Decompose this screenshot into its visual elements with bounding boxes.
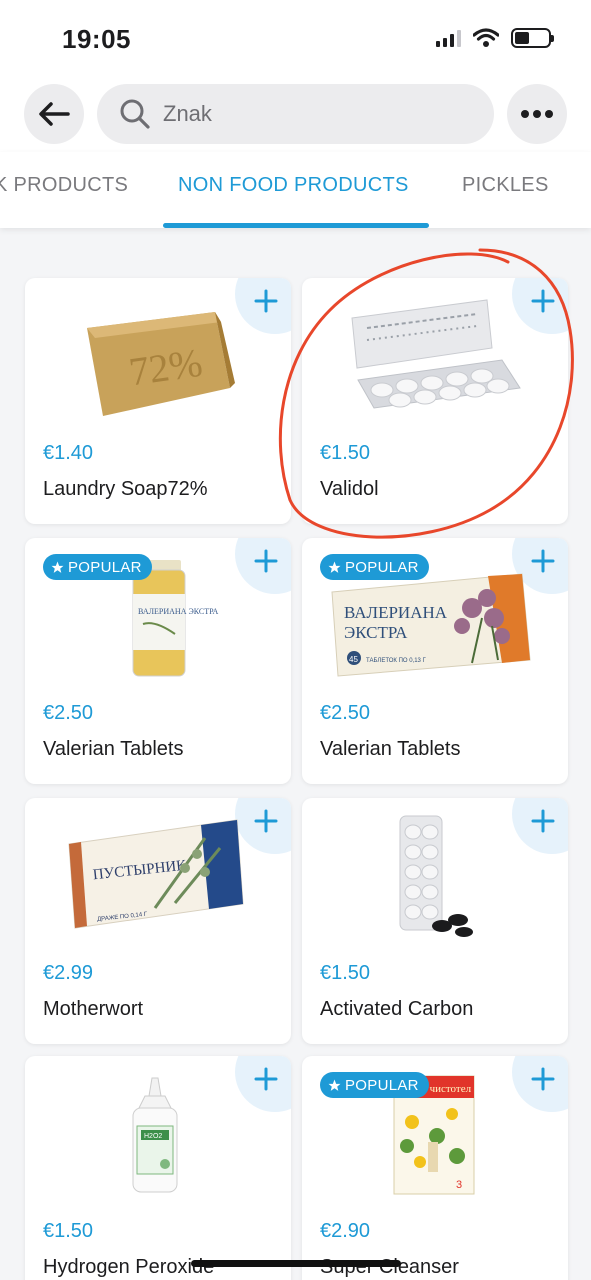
- home-indicator: [191, 1260, 401, 1267]
- product-price: €1.50: [320, 442, 371, 464]
- back-button[interactable]: [24, 84, 84, 144]
- product-card[interactable]: POPULAR Супер чистотел 3 €2.90 Super Cle…: [302, 1056, 568, 1280]
- product-image-peroxide-bottle: H2O2: [132, 1077, 178, 1193]
- product-image-soap: 72%: [87, 312, 235, 416]
- product-price: €2.90: [320, 1220, 371, 1242]
- product-card[interactable]: ПУСТЫРНИК ДРАЖЕ ПО 0,14 Г €2.99 Motherwo…: [25, 798, 291, 1044]
- svg-text:H2O2: H2O2: [144, 1133, 162, 1140]
- popular-badge: POPULAR: [43, 554, 152, 580]
- product-card[interactable]: €1.50 Validol: [302, 278, 568, 524]
- status-icons: [436, 28, 554, 48]
- cellular-signal-icon: [436, 29, 461, 47]
- wifi-icon: [473, 28, 499, 47]
- arrow-left-icon: [39, 102, 70, 126]
- product-name: Motherwort: [43, 998, 144, 1020]
- status-time: 19:05: [62, 24, 131, 54]
- battery-icon: [511, 28, 554, 48]
- product-price: €2.99: [43, 962, 94, 984]
- svg-text:45: 45: [349, 655, 358, 664]
- product-name: Validol: [320, 478, 379, 500]
- search-input[interactable]: Znak: [97, 84, 494, 144]
- popular-badge: POPULAR: [320, 1072, 429, 1098]
- search-input-value: Znak: [163, 101, 212, 126]
- svg-text:3: 3: [456, 1179, 462, 1191]
- tab-non-food-products[interactable]: NON FOOD PRODUCTS: [178, 174, 409, 197]
- top-bar: Znak: [0, 78, 591, 152]
- product-card[interactable]: 72% €1.40 Laundry Soap72%: [25, 278, 291, 524]
- svg-text:ЭКСТРА: ЭКСТРА: [344, 623, 408, 642]
- status-bar: 19:05: [0, 0, 591, 78]
- product-card[interactable]: POPULAR ВАЛЕРИАНА ЭКСТРА 45 ТАБЛЕТОК ПО …: [302, 538, 568, 784]
- svg-text:ТАБЛЕТОК ПО 0,13 Г: ТАБЛЕТОК ПО 0,13 Г: [366, 658, 427, 664]
- search-icon: [120, 99, 150, 129]
- star-icon: [328, 561, 341, 573]
- svg-text:ВАЛЕРИАНА ЭКСТРА: ВАЛЕРИАНА ЭКСТРА: [138, 607, 219, 616]
- product-name: Activated Carbon: [320, 998, 474, 1020]
- product-card[interactable]: POPULAR ВАЛЕРИАНА ЭКСТРА €2.50 Valerian …: [25, 538, 291, 784]
- product-image-motherwort-box: ПУСТЫРНИК ДРАЖЕ ПО 0,14 Г: [68, 819, 244, 929]
- more-dots-icon: [521, 110, 553, 118]
- product-name: Hydrogen Peroxide: [43, 1256, 215, 1278]
- product-card[interactable]: H2O2 €1.50 Hydrogen Peroxide: [25, 1056, 291, 1280]
- tab-pickles[interactable]: PICKLES: [462, 174, 549, 197]
- category-tabs: K PRODUCTS NON FOOD PRODUCTS PICKLES: [0, 152, 591, 228]
- star-icon: [51, 561, 64, 573]
- product-card[interactable]: €1.50 Activated Carbon: [302, 798, 568, 1044]
- product-price: €2.50: [320, 702, 371, 724]
- screen: 19:05 Znak K PRODUCTS NON FOOD PRODUCTS …: [0, 0, 591, 1280]
- product-name: Valerian Tablets: [320, 738, 461, 760]
- active-tab-indicator: [163, 223, 429, 228]
- product-name: Valerian Tablets: [43, 738, 184, 760]
- product-image-carbon-blister: [399, 815, 473, 937]
- product-price: €1.40: [43, 442, 94, 464]
- tab-milk-products[interactable]: K PRODUCTS: [0, 174, 128, 197]
- svg-text:ВАЛЕРИАНА: ВАЛЕРИАНА: [344, 603, 448, 622]
- product-price: €1.50: [320, 962, 371, 984]
- popular-badge: POPULAR: [320, 554, 429, 580]
- more-button[interactable]: [507, 84, 567, 144]
- product-image-validol-blister: [351, 299, 521, 409]
- product-name: Laundry Soap72%: [43, 478, 208, 500]
- star-icon: [328, 1079, 341, 1091]
- product-price: €1.50: [43, 1220, 94, 1242]
- product-price: €2.50: [43, 702, 94, 724]
